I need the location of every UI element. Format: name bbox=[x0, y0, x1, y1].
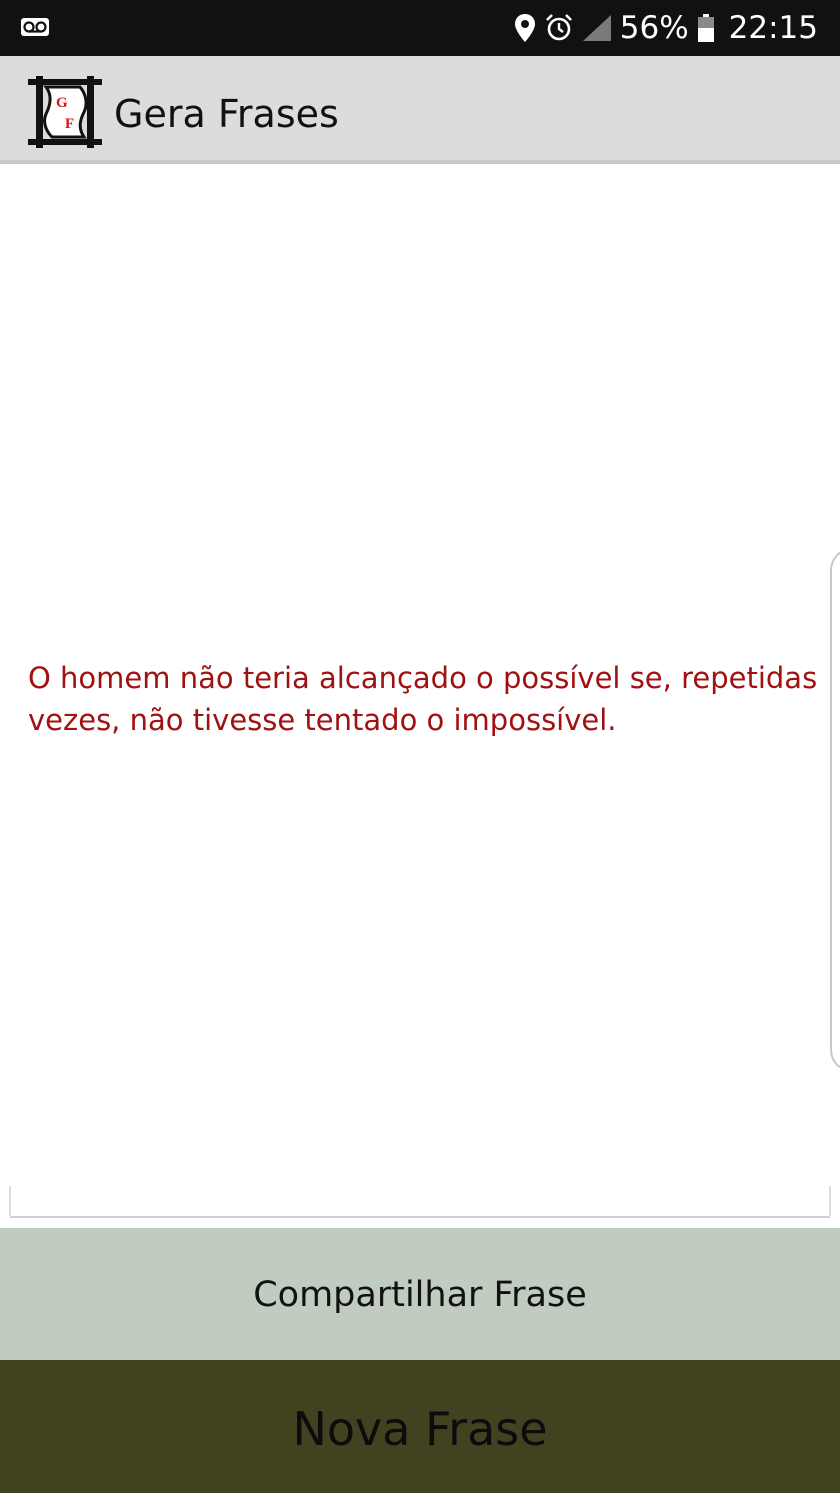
app-title: Gera Frases bbox=[114, 92, 339, 136]
new-quote-button[interactable]: Nova Frase bbox=[0, 1360, 840, 1493]
card-right-border bbox=[829, 1186, 831, 1216]
status-bar: 56% 22:15 bbox=[0, 0, 840, 56]
share-quote-button[interactable]: Compartilhar Frase bbox=[0, 1228, 840, 1360]
edge-panel-handle[interactable] bbox=[830, 548, 840, 1072]
voicemail-icon bbox=[21, 18, 49, 36]
svg-text:F: F bbox=[65, 116, 74, 132]
status-time: 22:15 bbox=[728, 10, 818, 46]
alarm-icon bbox=[545, 14, 572, 41]
location-icon bbox=[514, 14, 535, 42]
svg-text:G: G bbox=[56, 95, 68, 111]
card-left-border bbox=[9, 1186, 11, 1216]
quote-text: O homem não teria alcançado o possível s… bbox=[28, 661, 818, 737]
app-logo-icon: G F bbox=[28, 76, 102, 148]
signal-icon bbox=[582, 15, 611, 41]
card-bottom-border bbox=[10, 1216, 830, 1218]
app-bar: G F Gera Frases bbox=[0, 56, 840, 164]
battery-percent: 56% bbox=[619, 10, 689, 46]
battery-icon bbox=[697, 14, 714, 42]
